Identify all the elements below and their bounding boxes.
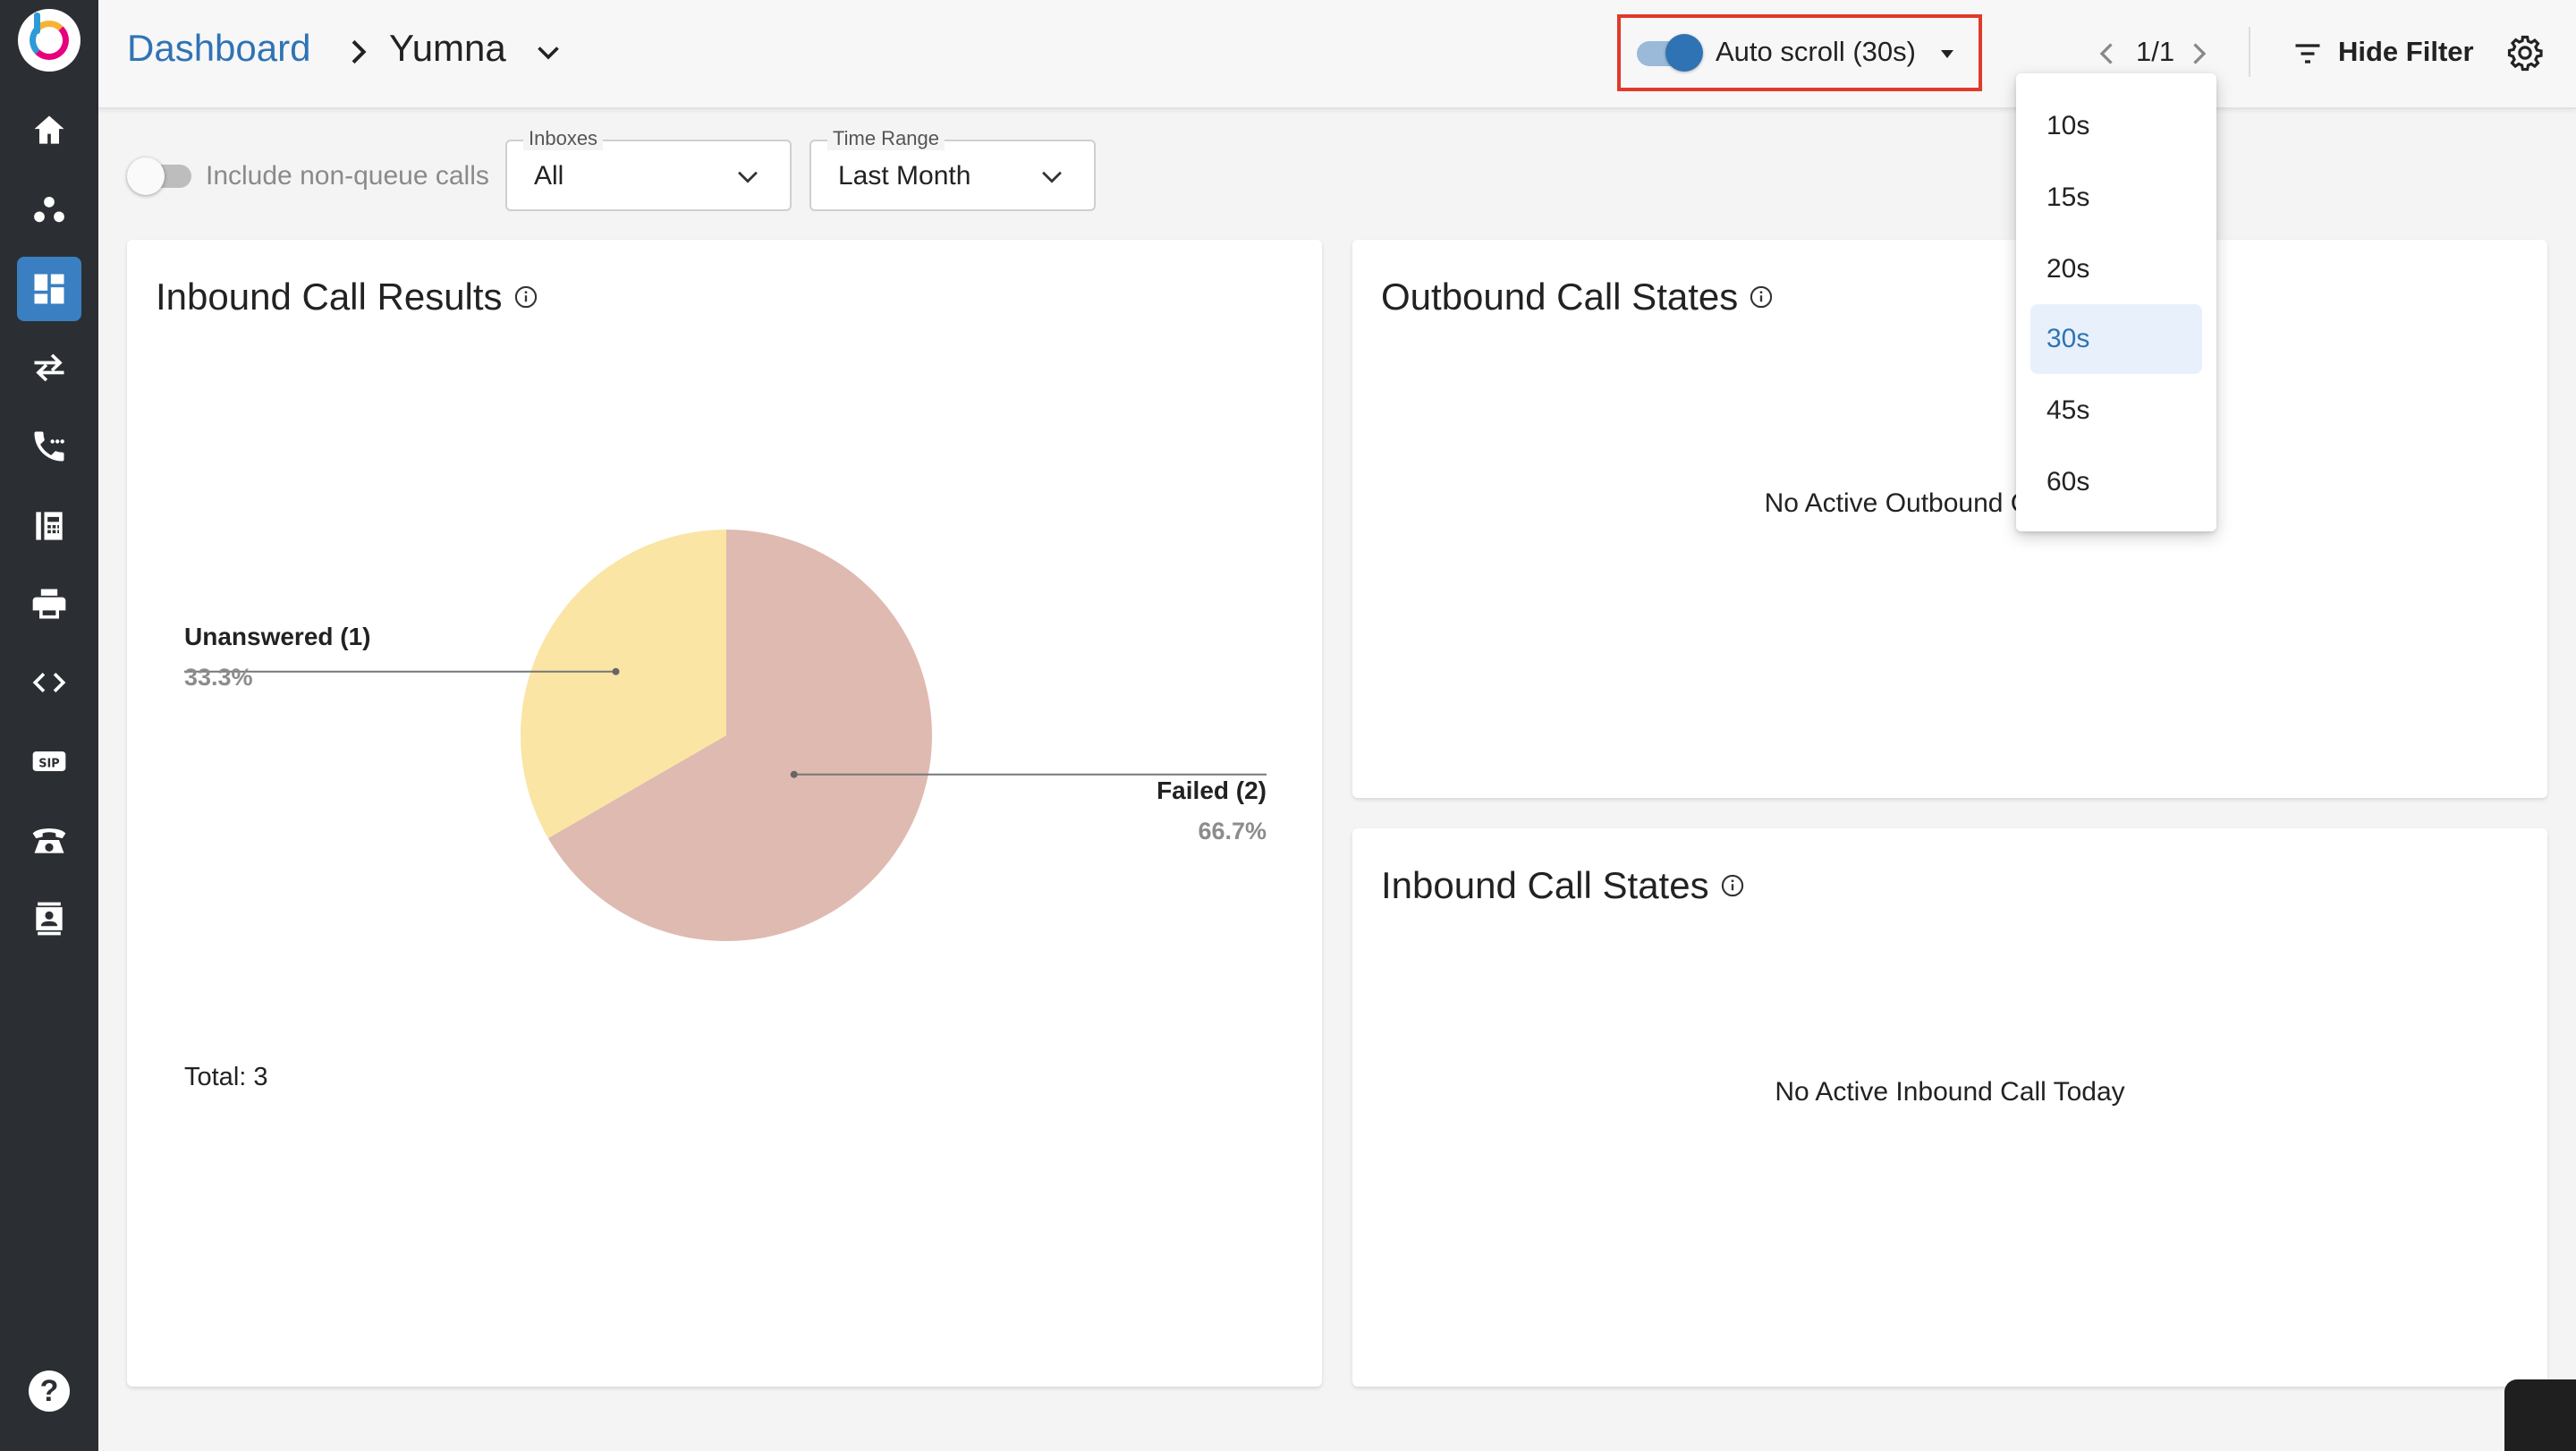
non-queue-switch-label: Include non-queue calls bbox=[206, 161, 489, 191]
menu-option-30s[interactable]: 30s bbox=[2030, 304, 2202, 374]
menu-option-20s[interactable]: 20s bbox=[2030, 234, 2202, 304]
sip-icon[interactable]: SIP bbox=[17, 729, 81, 793]
svg-text:SIP: SIP bbox=[38, 757, 59, 770]
unanswered-leader-dot bbox=[612, 667, 620, 675]
printer-icon[interactable] bbox=[17, 572, 81, 636]
caret-down-icon[interactable] bbox=[1934, 43, 1961, 64]
menu-option-45s[interactable]: 45s bbox=[2030, 376, 2202, 445]
telephone-icon[interactable] bbox=[17, 808, 81, 872]
time-range-value: Last Month bbox=[838, 161, 971, 191]
fax-icon[interactable] bbox=[17, 493, 81, 557]
auto-scroll-interval-menu: 10s 15s 20s 30s 45s 60s bbox=[2016, 73, 2216, 531]
pie-chart bbox=[184, 530, 1267, 941]
failed-leader-dot bbox=[790, 770, 798, 778]
inbound-call-states-card: Inbound Call States No Active Inbound Ca… bbox=[1352, 828, 2547, 1387]
outbound-call-states-title: Outbound Call States bbox=[1381, 276, 1739, 318]
inboxes-select[interactable]: Inboxes All bbox=[505, 127, 792, 211]
home-icon[interactable] bbox=[17, 98, 81, 163]
card-title: Outbound Call States bbox=[1381, 276, 1774, 318]
inboxes-legend: Inboxes bbox=[523, 127, 604, 150]
time-range-select[interactable]: Time Range Last Month bbox=[809, 127, 1096, 211]
help-button[interactable]: ? bbox=[29, 1370, 70, 1412]
app-logo[interactable] bbox=[18, 9, 80, 72]
menu-option-15s[interactable]: 15s bbox=[2030, 163, 2202, 233]
chevron-left-icon[interactable] bbox=[2091, 38, 2123, 70]
breadcrumb-dashboard-link[interactable]: Dashboard bbox=[127, 27, 310, 70]
info-icon[interactable] bbox=[1749, 284, 1774, 310]
outbound-empty-message: No Active Outbound Call Today bbox=[1764, 488, 2136, 518]
dashboard-icon[interactable] bbox=[17, 257, 81, 321]
slice-label-failed: Failed (2) bbox=[1157, 776, 1267, 804]
code-icon[interactable] bbox=[17, 650, 81, 715]
non-queue-switch[interactable] bbox=[127, 157, 165, 195]
gear-icon[interactable] bbox=[2506, 34, 2544, 72]
auto-scroll-label[interactable]: Auto scroll (30s) bbox=[1716, 36, 1916, 68]
time-range-legend: Time Range bbox=[827, 127, 945, 150]
breadcrumb-separator-icon bbox=[352, 39, 367, 64]
contacts-icon[interactable] bbox=[17, 887, 81, 951]
inbound-empty-message: No Active Inbound Call Today bbox=[1775, 1077, 2125, 1107]
sidebar: SIP ? bbox=[0, 0, 98, 1451]
hide-filter-button[interactable]: Hide Filter bbox=[2338, 36, 2474, 68]
dashboard-selector-label[interactable]: Yumna bbox=[389, 27, 506, 70]
chevron-down-icon bbox=[1042, 171, 1062, 183]
menu-option-10s[interactable]: 10s bbox=[2030, 91, 2202, 161]
slice-label-unanswered: Unanswered (1) bbox=[184, 623, 371, 650]
chevron-right-icon[interactable] bbox=[2182, 38, 2215, 70]
slice-percent-unanswered: 33.3% bbox=[184, 664, 253, 691]
chevron-down-icon bbox=[738, 171, 758, 183]
inboxes-value: All bbox=[534, 161, 564, 191]
auto-scroll-toggle[interactable] bbox=[1665, 34, 1703, 72]
filter-icon[interactable] bbox=[2292, 38, 2324, 70]
slice-percent-failed: 66.7% bbox=[1198, 818, 1267, 844]
agents-icon[interactable] bbox=[17, 178, 81, 242]
total-count: Total: 3 bbox=[184, 1063, 268, 1091]
toolbar-divider bbox=[2249, 27, 2250, 77]
info-icon[interactable] bbox=[1720, 873, 1745, 898]
page-indicator: 1/1 bbox=[2136, 36, 2175, 67]
call-icon[interactable] bbox=[17, 414, 81, 479]
inbound-call-states-title: Inbound Call States bbox=[1381, 864, 1709, 906]
chevron-down-icon[interactable] bbox=[532, 36, 564, 68]
inbound-call-results-card: Inbound Call Results Unanswered (1) 33.3… bbox=[127, 240, 1322, 1387]
card-title: Inbound Call States bbox=[1381, 864, 1745, 907]
chat-widget-corner[interactable] bbox=[2504, 1379, 2576, 1451]
menu-option-60s[interactable]: 60s bbox=[2030, 447, 2202, 517]
outbound-call-states-card: Outbound Call States No Active Outbound … bbox=[1352, 240, 2547, 798]
transfer-icon[interactable] bbox=[17, 335, 81, 400]
